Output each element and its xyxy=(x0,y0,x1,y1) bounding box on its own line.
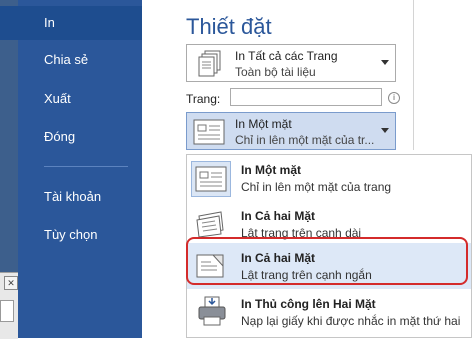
background-window-field xyxy=(0,300,14,322)
icon-frame xyxy=(191,161,231,197)
print-range-desc: Toàn bộ tài liệu xyxy=(235,65,316,79)
sidebar-item-print[interactable]: In xyxy=(0,6,142,40)
pages-label: Trang: xyxy=(186,92,221,106)
menu-item-duplex-short-edge[interactable]: In Cả hai Mặt Lật trang trên cạnh ngắn xyxy=(187,243,471,289)
print-sides-menu: In Một mặt Chỉ in lên một mặt của trang … xyxy=(186,154,472,338)
one-sided-page-icon xyxy=(193,119,225,145)
flip-long-edge-icon xyxy=(196,211,224,238)
chevron-down-icon xyxy=(381,60,389,65)
sidebar-item-share[interactable]: Chia sẻ xyxy=(0,43,142,77)
print-range-value: In Tất cả các Trang xyxy=(235,49,338,63)
menu-item-duplex-long-edge[interactable]: In Cả hai Mặt Lật trang trên cạnh dài xyxy=(187,201,471,247)
menu-item-title: In Cả hai Mặt xyxy=(241,209,316,223)
sidebar-item-account[interactable]: Tài khoản xyxy=(0,180,142,214)
print-sides-desc: Chỉ in lên một mặt của tr... xyxy=(235,133,375,147)
menu-item-title: In Một mặt xyxy=(241,163,301,177)
menu-item-desc: Lật trang trên cạnh dài xyxy=(241,226,362,240)
scrollbar-track[interactable] xyxy=(413,0,414,150)
print-sides-value: In Một mặt xyxy=(235,117,292,131)
menu-item-desc: Chỉ in lên một mặt của trang xyxy=(241,180,392,194)
info-icon[interactable]: i xyxy=(388,92,400,104)
menu-item-desc: Lật trang trên cạnh ngắn xyxy=(241,268,372,282)
flip-short-edge-icon xyxy=(196,254,224,278)
close-icon[interactable]: ✕ xyxy=(4,276,18,290)
sidebar-divider xyxy=(44,166,128,167)
menu-item-desc: Nạp lại giấy khi được nhắc in mặt thứ ha… xyxy=(241,314,461,328)
pages-stack-icon xyxy=(198,50,221,77)
sidebar-item-options[interactable]: Tùy chọn xyxy=(0,218,142,252)
one-sided-page-icon xyxy=(195,166,227,192)
menu-item-manual-duplex[interactable]: In Thủ công lên Hai Mặt Nạp lại giấy khi… xyxy=(187,289,471,335)
sidebar-item-export[interactable]: Xuất xyxy=(0,82,142,116)
pages-input[interactable] xyxy=(230,88,382,106)
menu-item-title: In Thủ công lên Hai Mặt xyxy=(241,297,376,311)
settings-title: Thiết đặt xyxy=(186,14,272,39)
sidebar-item-close[interactable]: Đóng xyxy=(0,120,142,154)
chevron-down-icon xyxy=(381,128,389,133)
manual-duplex-printer-icon xyxy=(198,296,226,326)
menu-item-print-one-sided[interactable]: In Một mặt Chỉ in lên một mặt của trang xyxy=(187,155,471,201)
print-range-dropdown[interactable]: In Tất cả các Trang Toàn bộ tài liệu xyxy=(186,44,396,82)
print-sides-dropdown[interactable]: In Một mặt Chỉ in lên một mặt của tr... xyxy=(186,112,396,150)
menu-item-title: In Cả hai Mặt xyxy=(241,251,316,265)
